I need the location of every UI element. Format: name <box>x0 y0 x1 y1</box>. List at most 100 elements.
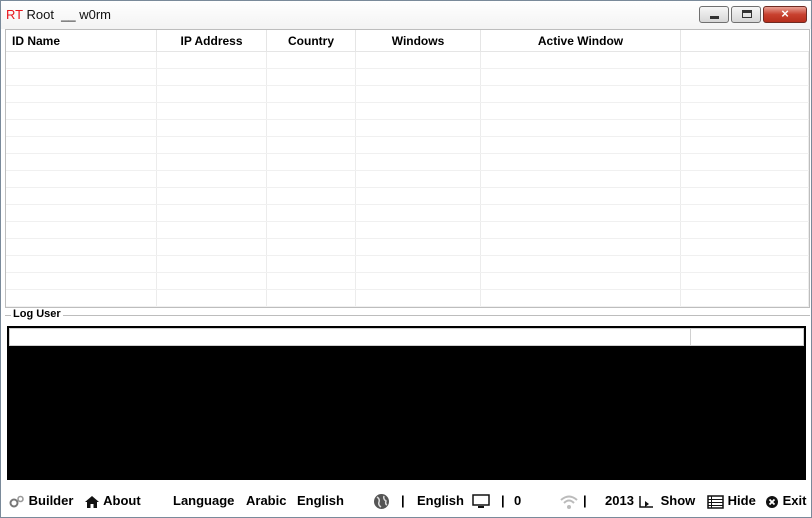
column-header-id-name[interactable]: ID Name <box>6 30 157 52</box>
table-cell-empty <box>481 120 681 136</box>
table-cell-empty <box>6 256 157 272</box>
table-cell-empty <box>681 137 809 153</box>
table-row-empty <box>6 171 809 188</box>
maximize-icon <box>742 10 752 18</box>
arabic-button[interactable]: Arabic <box>246 493 286 508</box>
close-button[interactable]: × <box>763 6 807 23</box>
title-bar[interactable]: RT Root __ w0rm × <box>1 1 811 29</box>
table-cell-empty <box>681 52 809 68</box>
table-cell-empty <box>681 103 809 119</box>
table-cell-empty <box>681 239 809 255</box>
table-cell-empty <box>157 239 267 255</box>
table-cell-empty <box>6 86 157 102</box>
hide-label: Hide <box>727 493 756 508</box>
column-header-ip-address[interactable]: IP Address <box>157 30 267 52</box>
monitor-icon-wrap <box>472 493 490 509</box>
table-cell-empty <box>267 239 356 255</box>
table-cell-empty <box>6 290 157 306</box>
builder-label: Builder <box>28 493 74 508</box>
table-cell-empty <box>356 137 481 153</box>
table-cell-empty <box>481 205 681 221</box>
online-count: 0 <box>514 493 522 508</box>
table-cell-empty <box>681 205 809 221</box>
table-cell-empty <box>481 86 681 102</box>
table-cell-empty <box>157 137 267 153</box>
close-icon: × <box>781 6 789 21</box>
column-header-country[interactable]: Country <box>267 30 356 52</box>
about-label: About <box>103 493 141 508</box>
table-row-empty <box>6 239 809 256</box>
table-cell-empty <box>267 120 356 136</box>
table-cell-empty <box>681 290 809 306</box>
table-cell-empty <box>157 205 267 221</box>
column-header-active-window[interactable]: Active Window <box>481 30 681 52</box>
table-cell-empty <box>481 69 681 85</box>
table-row-empty <box>6 69 809 86</box>
table-cell-empty <box>481 239 681 255</box>
minimize-icon <box>710 16 719 19</box>
table-cell-empty <box>267 290 356 306</box>
table-row-empty <box>6 222 809 239</box>
table-cell-empty <box>481 256 681 272</box>
table-cell-empty <box>481 188 681 204</box>
show-button[interactable]: Show <box>639 493 695 509</box>
builder-button[interactable]: Builder <box>9 493 73 509</box>
table-cell-empty <box>267 188 356 204</box>
table-cell-empty <box>6 273 157 289</box>
table-cell-empty <box>6 137 157 153</box>
table-row-empty <box>6 103 809 120</box>
log-user-list[interactable] <box>7 326 806 480</box>
table-cell-empty <box>481 154 681 170</box>
table-cell-empty <box>267 256 356 272</box>
table-cell-empty <box>267 86 356 102</box>
grid-body[interactable] <box>6 52 809 307</box>
table-cell-empty <box>6 205 157 221</box>
separator: | <box>501 493 505 508</box>
table-cell-empty <box>356 205 481 221</box>
minimize-button[interactable] <box>699 6 729 23</box>
language-label: Language <box>173 493 235 508</box>
hide-button[interactable]: Hide <box>707 493 756 509</box>
clients-grid[interactable]: ID Name IP Address Country Windows Activ… <box>5 29 810 308</box>
table-cell-empty <box>481 137 681 153</box>
column-header-extra[interactable] <box>681 30 809 52</box>
wifi-icon-wrap <box>559 493 579 510</box>
show-icon <box>639 495 653 508</box>
log-header-divider <box>690 329 691 345</box>
table-cell-empty <box>356 188 481 204</box>
table-cell-empty <box>681 171 809 187</box>
table-cell-empty <box>157 69 267 85</box>
show-label: Show <box>660 493 696 508</box>
table-cell-empty <box>6 171 157 187</box>
table-row-empty <box>6 273 809 290</box>
exit-label: Exit <box>782 493 807 508</box>
table-cell-empty <box>157 188 267 204</box>
about-button[interactable]: About <box>84 493 141 509</box>
table-cell-empty <box>267 103 356 119</box>
caption-buttons: × <box>697 6 807 23</box>
table-cell-empty <box>157 154 267 170</box>
table-cell-empty <box>6 154 157 170</box>
table-cell-empty <box>267 154 356 170</box>
table-cell-empty <box>157 86 267 102</box>
exit-button[interactable]: Exit <box>765 493 806 509</box>
year-label: 2013 <box>605 493 634 508</box>
table-cell-empty <box>481 290 681 306</box>
table-row-empty <box>6 290 809 307</box>
wifi-icon <box>560 495 578 509</box>
column-header-windows[interactable]: Windows <box>356 30 481 52</box>
table-row-empty <box>6 120 809 137</box>
maximize-button[interactable] <box>731 6 761 23</box>
table-cell-empty <box>157 222 267 238</box>
table-cell-empty <box>681 120 809 136</box>
table-row-empty <box>6 137 809 154</box>
table-cell-empty <box>267 205 356 221</box>
table-cell-empty <box>356 69 481 85</box>
table-cell-empty <box>6 239 157 255</box>
table-cell-empty <box>681 188 809 204</box>
english-button[interactable]: English <box>297 493 344 508</box>
table-cell-empty <box>356 273 481 289</box>
table-row-empty <box>6 52 809 69</box>
table-cell-empty <box>157 273 267 289</box>
table-cell-empty <box>267 222 356 238</box>
